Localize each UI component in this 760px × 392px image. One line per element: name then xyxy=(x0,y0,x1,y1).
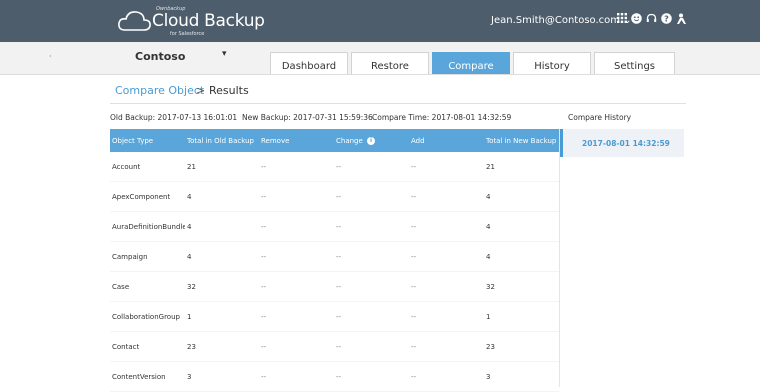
cell-object-type: ContentVersion xyxy=(110,361,185,392)
cell-total-old: 4 xyxy=(185,241,259,272)
table-row[interactable]: ContentVersion 3 -- -- -- 3 xyxy=(110,361,559,392)
cell-total-old: 23 xyxy=(185,331,259,362)
col-object-type[interactable]: Object Type xyxy=(110,129,185,152)
cell-remove: -- xyxy=(259,241,334,272)
user-email: Jean.Smith@Contoso.com xyxy=(491,15,621,26)
cell-object-type: Campaign xyxy=(110,241,185,272)
smile-icon[interactable] xyxy=(630,13,642,25)
col-total-old[interactable]: Total in Old Backup xyxy=(185,129,259,152)
cell-add: -- xyxy=(409,301,484,332)
cell-add: -- xyxy=(409,181,484,212)
cell-total-old: 21 xyxy=(185,152,259,182)
org-selector[interactable]: Contoso xyxy=(135,50,185,63)
cell-total-new: 4 xyxy=(484,241,559,272)
cell-remove: -- xyxy=(259,331,334,362)
table-row[interactable]: Account 21 -- -- -- 21 xyxy=(110,152,559,182)
cell-change: -- xyxy=(334,301,409,332)
cell-add: -- xyxy=(409,211,484,242)
cell-object-type: AuraDefinitionBundle xyxy=(110,211,185,242)
tab-history[interactable]: History xyxy=(513,52,591,74)
cell-total-old: 3 xyxy=(185,361,259,392)
cell-remove: -- xyxy=(259,361,334,392)
cell-total-new: 3 xyxy=(484,361,559,392)
table-row[interactable]: CollaborationGroup 1 -- -- -- 1 xyxy=(110,301,559,332)
brand-name: Cloud Backup xyxy=(152,11,265,31)
table-row[interactable]: ApexComponent 4 -- -- -- 4 xyxy=(110,181,559,212)
cell-object-type: CollaborationGroup xyxy=(110,301,185,332)
cell-total-new: 4 xyxy=(484,181,559,212)
new-backup-label: New Backup: 2017-07-31 15:59:36 xyxy=(242,113,373,122)
info-icon[interactable]: i xyxy=(367,136,376,145)
cell-total-new: 1 xyxy=(484,301,559,332)
compare-history-title: Compare History xyxy=(568,113,632,122)
tab-compare[interactable]: Compare xyxy=(432,52,510,74)
cloud-logo-icon[interactable] xyxy=(117,9,153,33)
cell-total-new: 4 xyxy=(484,211,559,242)
user-settings-icon[interactable] xyxy=(675,13,687,25)
compare-time-label: Compare Time: 2017-08-01 14:32:59 xyxy=(372,113,512,122)
user-menu[interactable]: Jean.Smith@Contoso.com ⌄ xyxy=(491,15,632,26)
cell-remove: -- xyxy=(259,211,334,242)
table-row[interactable]: Campaign 4 -- -- -- 4 xyxy=(110,241,559,272)
table-row[interactable]: Case 32 -- -- -- 32 xyxy=(110,271,559,302)
col-change-label: Change xyxy=(336,136,363,145)
cell-change: -- xyxy=(334,181,409,212)
cell-total-new: 21 xyxy=(484,152,559,182)
panel-divider xyxy=(559,129,560,387)
cell-change: -- xyxy=(334,331,409,362)
cell-add: -- xyxy=(409,241,484,272)
cell-add: -- xyxy=(409,152,484,182)
brand-sub: for Salesforce xyxy=(170,31,205,37)
col-total-new[interactable]: Total in New Backup xyxy=(484,129,559,152)
caret-down-icon[interactable]: ▾ xyxy=(222,49,227,59)
cell-change: -- xyxy=(334,152,409,182)
cell-change: -- xyxy=(334,211,409,242)
cell-object-type: Case xyxy=(110,271,185,302)
cell-object-type: ApexComponent xyxy=(110,181,185,212)
col-change[interactable]: Change i xyxy=(334,129,409,152)
old-backup-label: Old Backup: 2017-07-13 16:01:01 xyxy=(110,113,238,122)
breadcrumb-current: Results xyxy=(209,84,249,97)
compare-history-date: 2017-08-01 14:32:59 xyxy=(582,139,670,148)
compare-history-item[interactable]: 2017-08-01 14:32:59 xyxy=(560,129,684,157)
help-icon[interactable]: ? xyxy=(660,13,672,25)
results-table: Object Type Total in Old Backup Remove C… xyxy=(110,129,559,392)
col-remove[interactable]: Remove xyxy=(259,129,334,152)
cell-change: -- xyxy=(334,241,409,272)
app-header: Ownbackup Cloud Backup for Salesforce Je… xyxy=(0,0,760,42)
cell-add: -- xyxy=(409,361,484,392)
cell-remove: -- xyxy=(259,301,334,332)
cell-object-type: Account xyxy=(110,152,185,182)
table-header-row: Object Type Total in Old Backup Remove C… xyxy=(110,129,559,152)
svg-text:?: ? xyxy=(664,14,669,23)
cell-total-old: 4 xyxy=(185,211,259,242)
cell-add: -- xyxy=(409,271,484,302)
tab-settings[interactable]: Settings xyxy=(594,52,675,74)
tab-dashboard[interactable]: Dashboard xyxy=(270,52,348,74)
cell-remove: -- xyxy=(259,181,334,212)
table-row[interactable]: AuraDefinitionBundle 4 -- -- -- 4 xyxy=(110,211,559,242)
cell-remove: -- xyxy=(259,271,334,302)
cell-total-old: 4 xyxy=(185,181,259,212)
apps-grid-icon[interactable] xyxy=(616,13,628,25)
breadcrumb-separator: > xyxy=(196,84,206,97)
cell-object-type: Contact xyxy=(110,331,185,362)
cell-total-new: 23 xyxy=(484,331,559,362)
cell-add: -- xyxy=(409,331,484,362)
headset-icon[interactable] xyxy=(645,13,657,25)
tab-restore[interactable]: Restore xyxy=(351,52,429,74)
breadcrumb-compare-object[interactable]: Compare Object xyxy=(115,84,204,97)
table-row[interactable]: Contact 23 -- -- -- 23 xyxy=(110,331,559,362)
cell-change: -- xyxy=(334,361,409,392)
menu-dot: · xyxy=(49,52,52,61)
cell-change: -- xyxy=(334,271,409,302)
cell-total-old: 32 xyxy=(185,271,259,302)
divider xyxy=(110,103,686,104)
col-add[interactable]: Add xyxy=(409,129,484,152)
cell-remove: -- xyxy=(259,152,334,182)
cell-total-old: 1 xyxy=(185,301,259,332)
cell-total-new: 32 xyxy=(484,271,559,302)
